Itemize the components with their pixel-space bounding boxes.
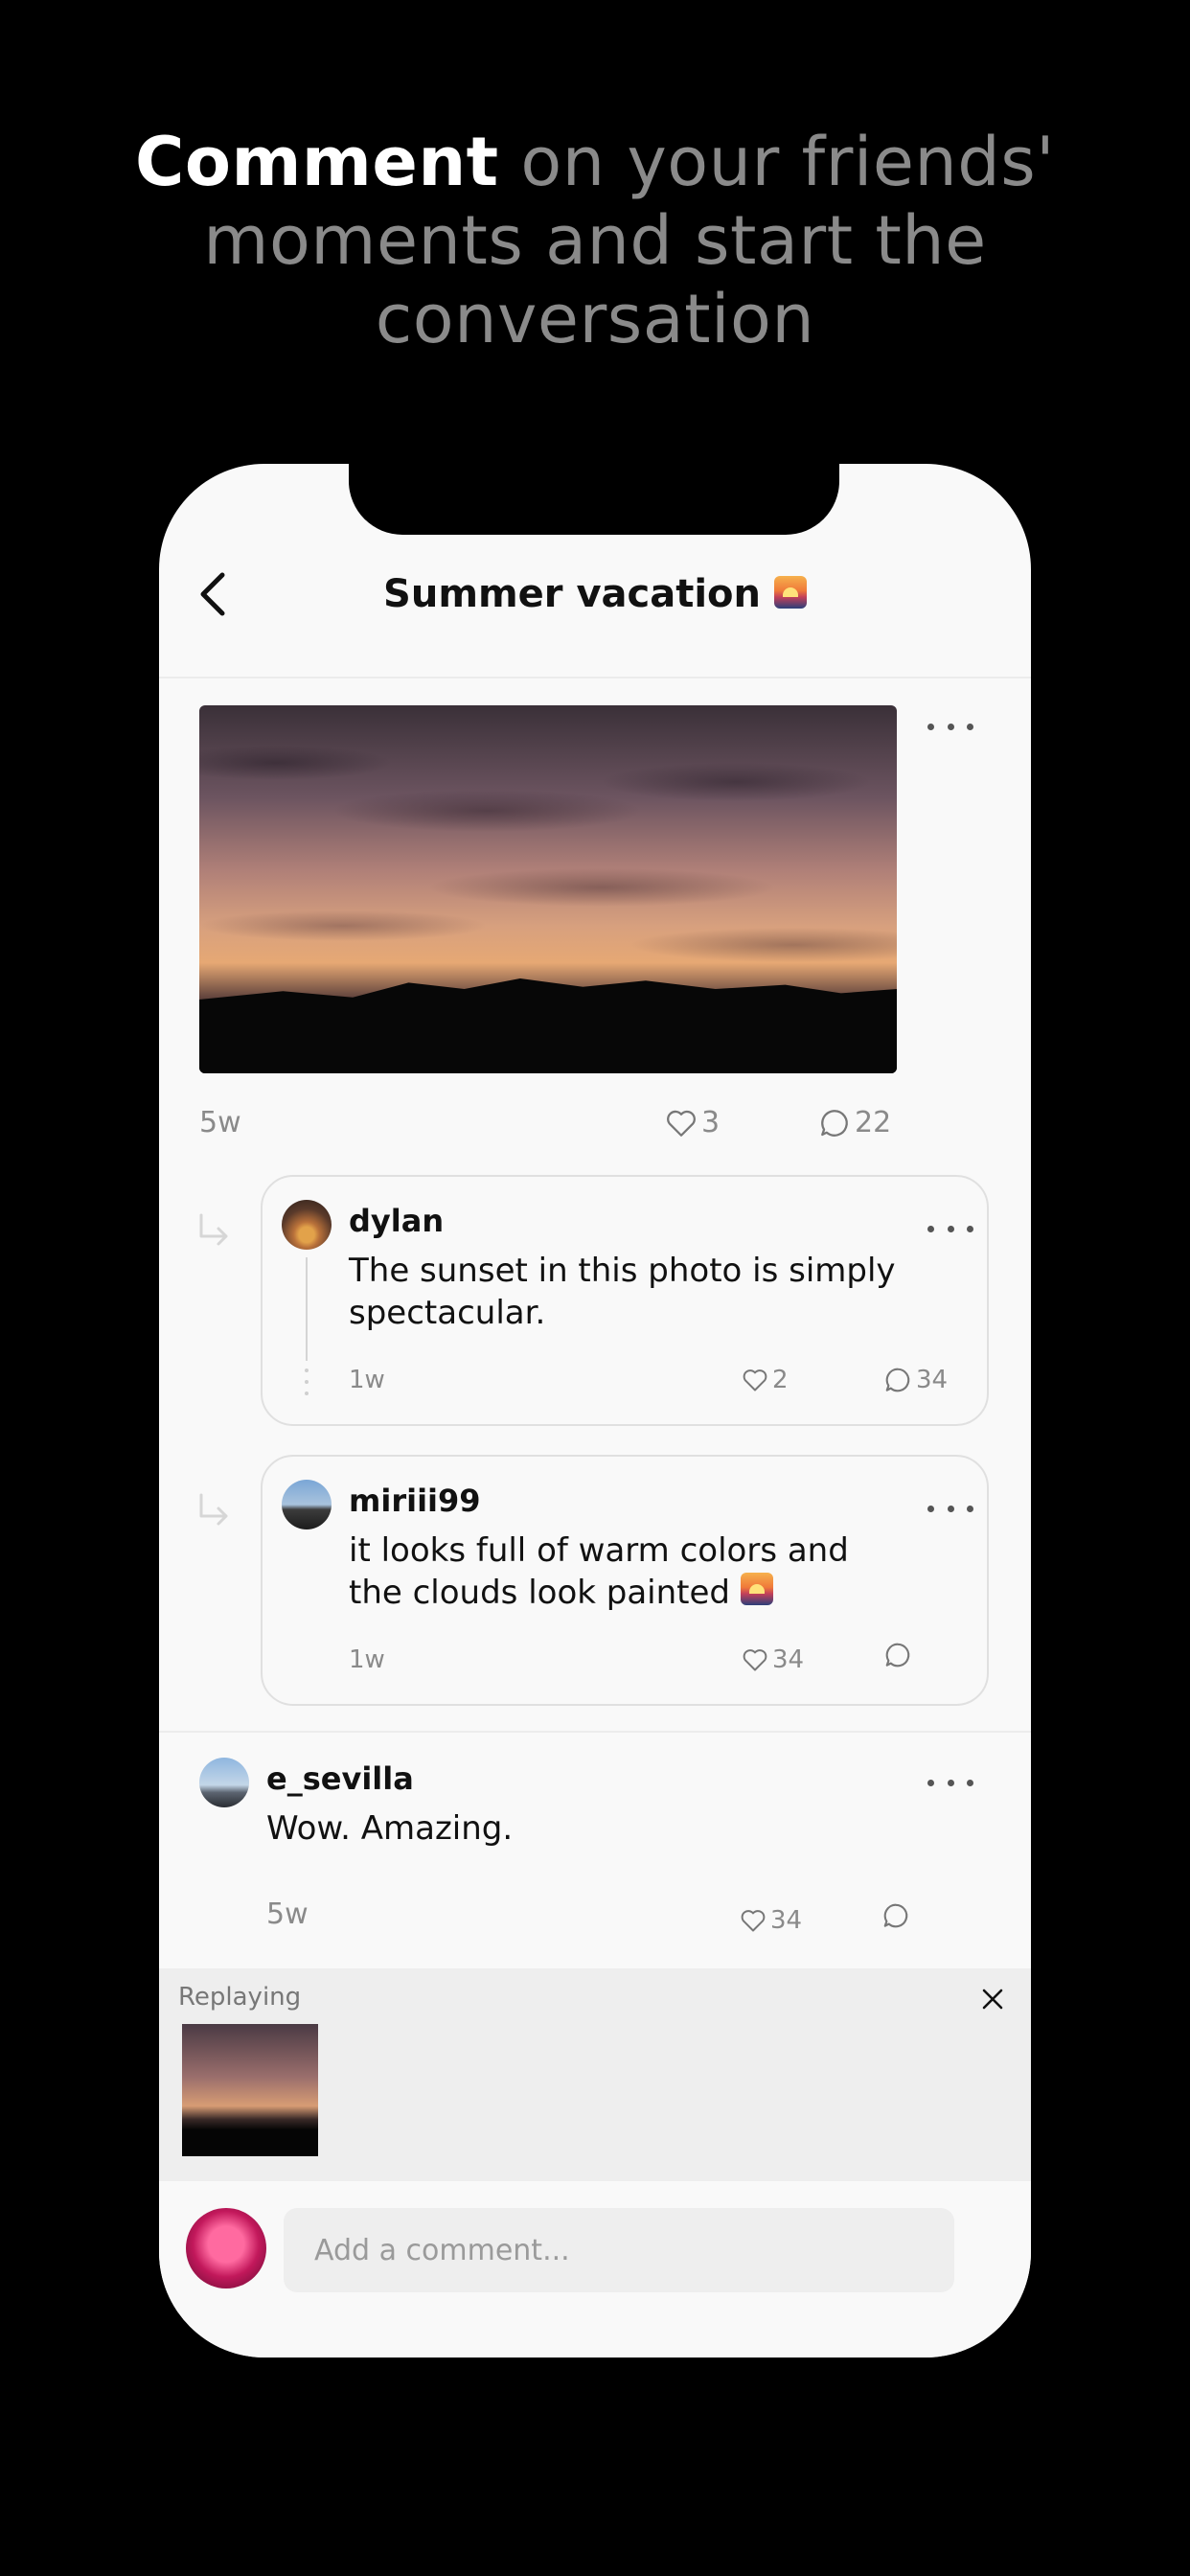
post-age: 5w bbox=[199, 1106, 241, 1139]
avatar[interactable] bbox=[186, 2208, 266, 2288]
reply-text: it looks full of warm colors and the clo… bbox=[349, 1530, 904, 1614]
post-photo[interactable] bbox=[199, 705, 897, 1073]
reply-more-icon[interactable] bbox=[927, 1219, 973, 1238]
reply-comment-button[interactable] bbox=[883, 1641, 916, 1669]
avatar[interactable] bbox=[282, 1200, 332, 1250]
comment-input[interactable] bbox=[284, 2208, 954, 2292]
reply-arrow-icon bbox=[199, 1213, 228, 1246]
comment-reply-button[interactable] bbox=[881, 1901, 914, 1930]
reply-like-count: 34 bbox=[772, 1645, 805, 1674]
headline-bold: Comment bbox=[135, 123, 499, 201]
post-more-icon[interactable] bbox=[927, 717, 973, 736]
header-divider bbox=[159, 677, 1031, 678]
comment-bubble-icon bbox=[885, 1368, 910, 1392]
replying-label: Replaying bbox=[178, 1983, 302, 2012]
thread-dots bbox=[305, 1368, 309, 1395]
comment-username[interactable]: e_sevilla bbox=[266, 1760, 414, 1798]
headline: Comment on your friends' moments and sta… bbox=[0, 123, 1190, 358]
reply-arrow-icon bbox=[199, 1493, 228, 1526]
comment-bubble-icon bbox=[883, 1903, 908, 1928]
avatar[interactable] bbox=[282, 1480, 332, 1530]
reply-text-content: it looks full of warm colors and the clo… bbox=[349, 1531, 849, 1612]
heart-icon bbox=[743, 1369, 767, 1392]
comment-like-button[interactable]: 34 bbox=[740, 1901, 802, 1940]
heart-icon bbox=[667, 1110, 696, 1137]
sunset-emoji-icon bbox=[773, 576, 807, 609]
post-comment-button[interactable]: 22 bbox=[818, 1104, 891, 1142]
comment-more-icon[interactable] bbox=[927, 1773, 973, 1792]
comment-like-count: 34 bbox=[770, 1906, 803, 1935]
page-title: Summer vacation bbox=[159, 565, 1031, 623]
reply-comment-count: 34 bbox=[916, 1366, 949, 1394]
reply-like-button[interactable]: 34 bbox=[742, 1641, 804, 1679]
comment-text: Wow. Amazing. bbox=[266, 1809, 514, 1848]
thread-line bbox=[306, 1257, 308, 1361]
comment-divider bbox=[159, 1731, 1031, 1733]
reply-username[interactable]: miriii99 bbox=[349, 1482, 481, 1520]
post-like-button[interactable]: 3 bbox=[665, 1104, 720, 1142]
post-like-count: 3 bbox=[701, 1106, 721, 1139]
comment-bubble-icon bbox=[885, 1643, 910, 1668]
reply-age: 1w bbox=[349, 1645, 385, 1674]
replying-thumbnail bbox=[182, 2024, 318, 2156]
sunset-emoji-icon bbox=[740, 1573, 773, 1605]
reply-more-icon[interactable] bbox=[927, 1499, 973, 1518]
reply-text: The sunset in this photo is simply spect… bbox=[349, 1252, 896, 1332]
close-icon[interactable] bbox=[979, 1986, 1006, 2012]
reply-card: miriii99 it looks full of warm colors an… bbox=[261, 1455, 989, 1706]
comment-bar bbox=[159, 2181, 1031, 2358]
heart-icon bbox=[743, 1649, 767, 1671]
reply-username[interactable]: dylan bbox=[349, 1202, 444, 1240]
comment-bubble-icon bbox=[821, 1110, 848, 1137]
reply-like-button[interactable]: 2 bbox=[742, 1361, 789, 1399]
reply-card: dylan The sunset in this photo is simply… bbox=[261, 1175, 989, 1426]
post-comment-count: 22 bbox=[855, 1106, 892, 1139]
phone-screen: Summer vacation 5w 3 22 dylan The sunset… bbox=[159, 464, 1031, 2358]
reply-age: 1w bbox=[349, 1366, 385, 1394]
reply-comment-button[interactable]: 34 bbox=[883, 1361, 948, 1399]
avatar[interactable] bbox=[199, 1758, 249, 1807]
heart-icon bbox=[741, 1910, 766, 1932]
reply-like-count: 2 bbox=[772, 1366, 789, 1394]
replying-panel: Replaying bbox=[159, 1968, 1031, 2181]
phone-notch bbox=[349, 464, 839, 535]
comment-age: 5w bbox=[266, 1898, 309, 1931]
page-title-text: Summer vacation bbox=[383, 572, 762, 616]
